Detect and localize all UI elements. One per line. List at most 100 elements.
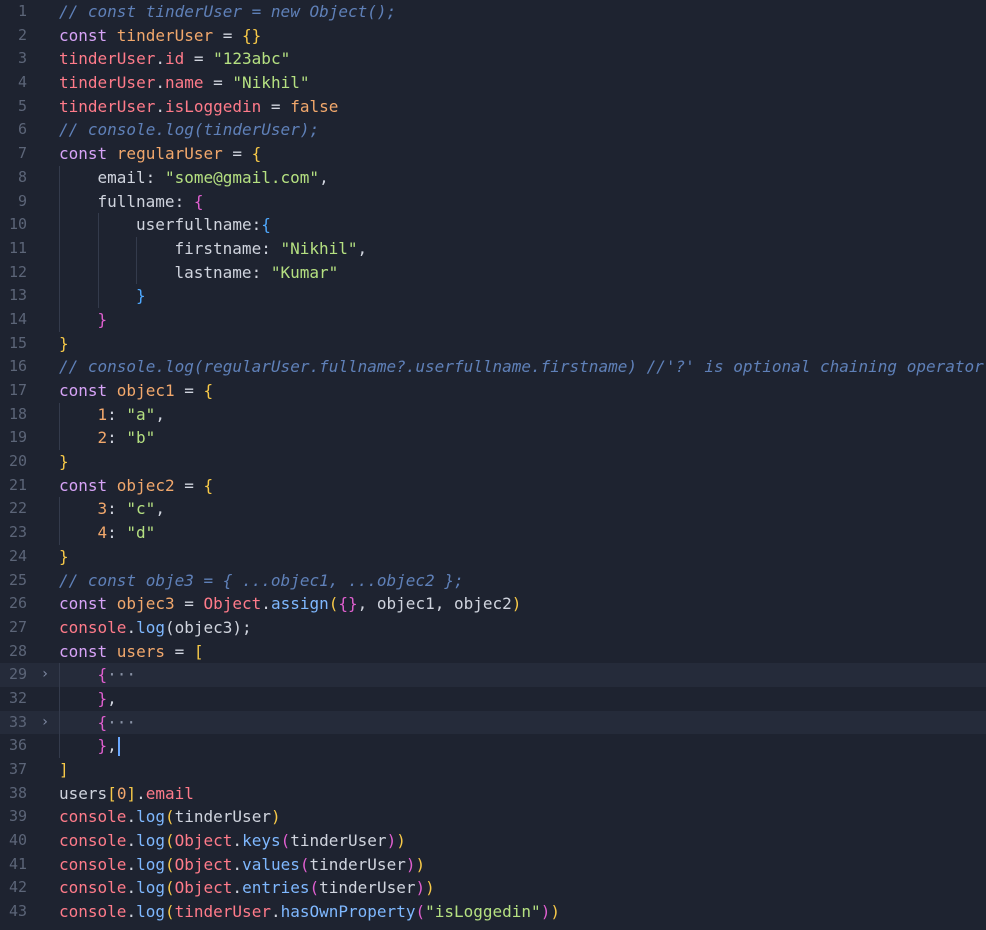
code-text: const tinderUser = {} — [59, 24, 986, 48]
code-line[interactable]: 25 // const obje3 = { ...objec1, ...objec… — [0, 569, 986, 593]
code-line[interactable]: 33 › {··· — [0, 710, 986, 735]
text-cursor — [117, 737, 120, 757]
code-line[interactable]: 12 lastname: "Kumar" — [0, 260, 986, 285]
line-number: 13 — [8, 286, 27, 305]
code-token: {} — [338, 594, 358, 614]
indent-guide — [59, 213, 60, 237]
code-token: objec3 — [116, 594, 175, 614]
code-token: ) — [540, 902, 551, 922]
code-token: userfullname: — [136, 215, 262, 235]
code-line[interactable]: 11 firstname: "Nikhil", — [0, 236, 986, 261]
indent-guide — [136, 236, 137, 261]
code-line[interactable]: 22 3: "c", — [0, 497, 986, 522]
code-token: {} — [242, 25, 262, 45]
code-token: const — [59, 381, 117, 400]
code-text: 3: "c", — [98, 497, 986, 521]
indent-guide — [59, 165, 60, 190]
code-line[interactable]: 4 tinderUser.name = "Nikhil" — [0, 71, 986, 95]
code-token: entries — [242, 878, 310, 898]
code-token: . — [155, 49, 165, 69]
code-line[interactable]: 42 console.log(Object.entries(tinderUser)… — [0, 876, 986, 900]
code-line[interactable]: 20} — [0, 450, 986, 474]
code-line[interactable]: 2 const tinderUser = {} — [0, 24, 986, 48]
code-token: . — [232, 878, 243, 898]
line-number: 26 — [8, 594, 27, 613]
code-line[interactable]: 5 tinderUser.isLoggedin = false — [0, 95, 986, 119]
line-number: 4 — [17, 73, 27, 92]
code-token: users — [59, 783, 108, 803]
code-line[interactable]: 6 // console.log(tinderUser); — [0, 118, 986, 142]
indent-guide — [59, 307, 60, 332]
code-token: : — [107, 499, 127, 519]
code-token: { — [97, 665, 108, 685]
line-number: 41 — [8, 854, 27, 873]
code-line[interactable]: 28 const users = [ — [0, 640, 986, 664]
code-line[interactable]: 41 console.log(Object.values(tinderUser)) — [0, 853, 986, 877]
code-line[interactable]: 36}, — [0, 734, 986, 758]
code-token: const — [59, 594, 117, 614]
code-token: ( — [328, 594, 339, 614]
code-token: 3 — [97, 499, 108, 519]
code-line[interactable]: 9 fullname: { — [0, 189, 986, 214]
code-token: , objec1, objec2 — [357, 594, 512, 614]
code-line[interactable]: 10 userfullname:{ — [0, 213, 986, 237]
code-token: ( — [164, 831, 175, 851]
indent-guide — [59, 426, 60, 451]
code-line[interactable]: 16 // console.log(regularUser.fullname?.u… — [0, 355, 986, 379]
code-line[interactable]: 8 email: "some@gmail.com", — [0, 165, 986, 190]
code-text: console.log(tinderUser) — [59, 805, 986, 829]
code-line[interactable]: 17 const objec1 = { — [0, 379, 986, 403]
code-line[interactable]: 21 const objec2 = { — [0, 474, 986, 498]
code-token: "123abc" — [213, 49, 291, 69]
line-number: 22 — [8, 499, 27, 518]
code-token: log — [136, 831, 165, 851]
code-line[interactable]: 38 users[0].email — [0, 782, 986, 806]
indent-guide — [97, 260, 99, 285]
line-number: 10 — [8, 215, 27, 234]
code-token: users — [116, 641, 165, 661]
code-line[interactable]: 24} — [0, 545, 986, 569]
code-token: ( — [164, 902, 175, 922]
code-token: tinderUser — [309, 854, 406, 874]
code-line[interactable]: 26 const objec3 = Object.assign({}, objec… — [0, 592, 986, 616]
code-token: . — [270, 902, 281, 922]
code-line[interactable]: 29 › {··· — [0, 663, 986, 687]
code-line[interactable]: 18 1: "a", — [0, 402, 986, 427]
code-line[interactable]: 39 console.log(tinderUser) — [0, 805, 986, 829]
chevron-right-icon[interactable]: › — [38, 663, 52, 687]
line-number: 23 — [8, 523, 27, 542]
code-token: 4 — [97, 523, 108, 543]
code-token: . — [232, 854, 243, 874]
code-editor[interactable]: 1 // const tinderUser = new Object(); 2 con… — [0, 0, 986, 930]
code-line[interactable]: 13} — [0, 284, 986, 308]
line-number: 24 — [8, 546, 27, 565]
code-line[interactable]: 19 2: "b" — [0, 426, 986, 451]
code-token: 1 — [97, 404, 108, 424]
code-line[interactable]: 32}, — [0, 686, 986, 711]
code-line[interactable]: 7 const regularUser = { — [0, 142, 986, 166]
code-token: ··· — [107, 665, 137, 685]
code-text: {··· — [98, 711, 986, 735]
code-line[interactable]: 23 4: "d" — [0, 521, 986, 545]
code-line[interactable]: 43 console.log(tinderUser.hasOwnProperty(… — [0, 900, 986, 924]
code-token: const — [59, 144, 117, 164]
code-token: ) — [415, 854, 426, 874]
code-line[interactable]: 3 tinderUser.id = "123abc" — [0, 47, 986, 71]
code-token: { — [251, 144, 262, 164]
line-number: 43 — [8, 902, 27, 921]
indent-guide — [59, 521, 60, 545]
chevron-right-icon[interactable]: › — [38, 711, 52, 735]
code-line[interactable]: 14} — [0, 307, 986, 332]
code-token: { — [203, 381, 214, 400]
code-line[interactable]: 15} — [0, 332, 986, 356]
indent-guide — [59, 497, 60, 522]
code-text: const objec2 = { — [59, 474, 986, 498]
code-line[interactable]: 40 console.log(Object.keys(tinderUser)) — [0, 829, 986, 853]
code-line[interactable]: 37] — [0, 758, 986, 782]
code-token: ( — [415, 902, 426, 922]
code-token: Object — [203, 594, 262, 614]
code-token: . — [126, 807, 137, 827]
code-line[interactable]: 1 // const tinderUser = new Object(); — [0, 0, 986, 24]
code-token: ) — [550, 902, 560, 922]
code-line[interactable]: 27 console.log(objec3); — [0, 616, 986, 640]
